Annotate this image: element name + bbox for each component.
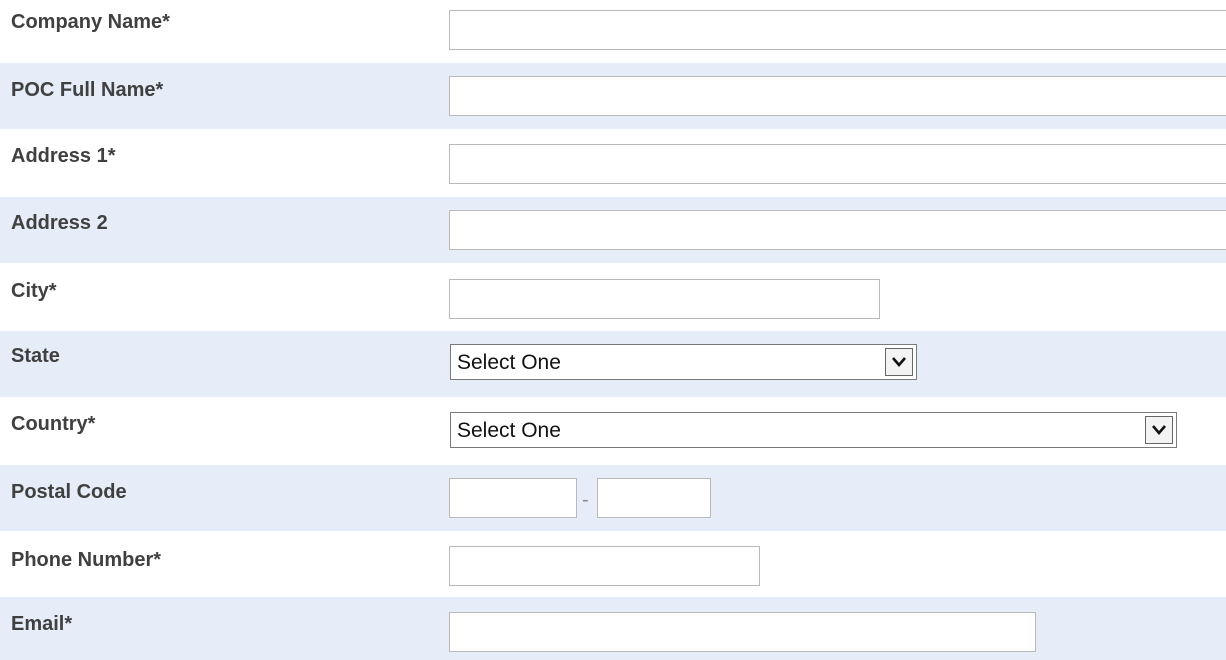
email-label: Email* (11, 613, 73, 635)
contact-form: Company Name* POC Full Name* Address 1* … (0, 0, 1226, 660)
email-row: Email* (0, 597, 1226, 660)
poc-full-name-input[interactable] (449, 76, 1226, 116)
postal-code-extension-input[interactable] (597, 478, 711, 518)
country-label: Country* (11, 413, 96, 435)
phone-number-label: Phone Number* (11, 549, 162, 571)
postal-code-label: Postal Code (11, 481, 127, 503)
address2-row: Address 2 (0, 197, 1226, 263)
postal-code-input[interactable] (449, 478, 577, 518)
chevron-down-icon (1152, 425, 1166, 435)
postal-code-separator: - (582, 489, 589, 511)
state-select[interactable]: Select One (450, 344, 917, 380)
country-select[interactable]: Select One (450, 412, 1177, 448)
poc-full-name-label: POC Full Name* (11, 79, 164, 101)
country-selected-value: Select One (457, 419, 561, 442)
address2-input[interactable] (449, 210, 1226, 250)
city-row: City* (0, 263, 1226, 329)
state-label: State (11, 345, 60, 367)
company-name-label: Company Name* (11, 11, 170, 33)
city-label: City* (11, 280, 57, 302)
phone-number-input[interactable] (449, 546, 760, 586)
email-input[interactable] (449, 612, 1036, 652)
city-input[interactable] (449, 279, 880, 319)
state-row: State Select One (0, 331, 1226, 397)
country-dropdown-button[interactable] (1145, 416, 1173, 444)
state-dropdown-button[interactable] (885, 348, 913, 376)
company-name-input[interactable] (449, 10, 1226, 50)
country-row: Country* Select One (0, 397, 1226, 463)
address1-label: Address 1* (11, 145, 116, 167)
postal-code-row: Postal Code - (0, 465, 1226, 531)
chevron-down-icon (892, 357, 906, 367)
address2-label: Address 2 (11, 212, 108, 234)
company-name-row: Company Name* (0, 0, 1226, 66)
phone-number-row: Phone Number* (0, 531, 1226, 597)
address1-input[interactable] (449, 144, 1226, 184)
state-selected-value: Select One (457, 351, 561, 374)
address1-row: Address 1* (0, 129, 1226, 195)
poc-full-name-row: POC Full Name* (0, 63, 1226, 129)
